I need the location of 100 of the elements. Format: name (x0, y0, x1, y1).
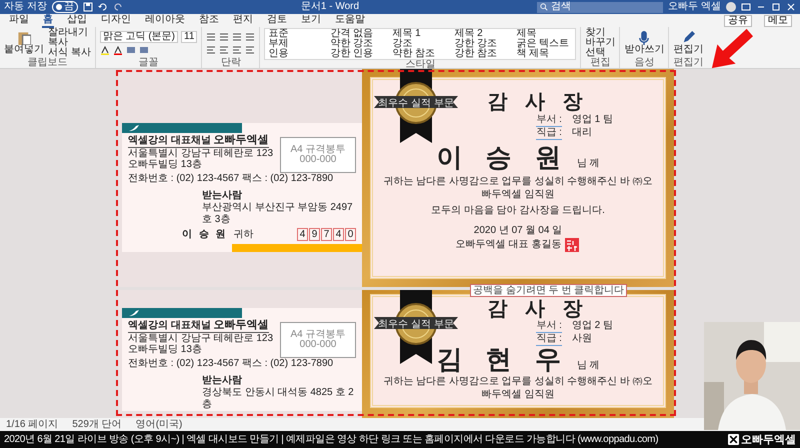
align-center-icon[interactable] (219, 44, 230, 54)
recipient-label: 받는사람 (202, 375, 243, 387)
badge-label: 최우수 실적 부문 (377, 98, 455, 109)
sender-address: 오빠두빌딩 13층 (128, 344, 203, 355)
field-value: 대리 (572, 127, 593, 140)
style-option[interactable]: 강한 강조 (451, 39, 514, 49)
style-option[interactable]: 부제 (265, 39, 328, 49)
sender-contact: 전화번호 : (02) 123-4567 팩스 : (02) 123-7890 (127, 358, 334, 369)
save-icon[interactable] (82, 2, 93, 12)
style-option[interactable]: 강한 참조 (451, 49, 514, 59)
font-size-dropdown[interactable]: 11 (181, 31, 198, 43)
certificate-title: 감 사 장 (487, 90, 589, 114)
sender-name: 엑셀강의 대표채널 오빠두엑셀 (128, 320, 269, 333)
maximize-icon[interactable] (771, 2, 781, 12)
signer-name: 오빠두엑셀 대표 홍길동 (456, 239, 562, 251)
font-family-dropdown[interactable]: 맑은 고딕 (본문) (100, 31, 178, 43)
field-value: 영업 2 팀 (572, 320, 613, 333)
search-field[interactable]: 검색 (537, 2, 664, 12)
style-option[interactable]: 표준 (265, 29, 328, 39)
menu-tab[interactable]: 편지 (232, 14, 254, 28)
menu-tab[interactable]: 도움말 (334, 14, 366, 28)
honorific: 님 께 (576, 158, 600, 170)
field-label: 부서 : (536, 320, 562, 333)
text-highlight-icon[interactable] (100, 45, 110, 55)
avatar-icon[interactable] (726, 2, 736, 12)
style-option[interactable]: 제목 1 (389, 29, 452, 39)
menu-tab[interactable]: 보기 (300, 14, 322, 28)
close-icon[interactable] (786, 2, 796, 12)
sender-address: 서울특별시 강남구 테헤란로 123 (128, 333, 274, 344)
group-label: 글꼴 (138, 58, 160, 68)
clipboard-action[interactable]: 서식 복사 (48, 48, 91, 58)
bullet-list-icon[interactable] (206, 32, 216, 42)
user-name: 오빠두 엑셀 (668, 1, 721, 13)
recipient-name: 이 승 원 (182, 228, 228, 240)
menu-tab[interactable]: 파일 (8, 14, 30, 28)
clipboard-action[interactable]: 복사 (48, 38, 91, 48)
group-label: 단락 (220, 58, 242, 68)
style-option[interactable]: 굵은 텍스트 (513, 39, 576, 49)
style-option[interactable]: 간격 없음 (327, 29, 390, 39)
style-option[interactable]: 약한 참조 (389, 49, 452, 59)
toolbar-button[interactable]: 공유 (724, 14, 752, 26)
menu-tab[interactable]: 레이아웃 (144, 14, 186, 28)
bird-icon (128, 309, 140, 317)
style-option[interactable]: 강한 인용 (327, 49, 390, 59)
style-option[interactable]: 책 제목 (513, 49, 576, 59)
search-icon (540, 3, 548, 11)
bird-icon (128, 124, 140, 132)
edit-action[interactable]: 찾기 (585, 28, 616, 38)
window-title: 문서1 - Word (300, 1, 360, 13)
clipboard-action[interactable]: 잘라내기 (48, 28, 91, 38)
redo-icon[interactable] (112, 2, 123, 12)
edit-action[interactable]: 선택 (585, 48, 616, 58)
paste-button[interactable]: 붙여넣기 (4, 31, 44, 55)
editor-button[interactable]: 편집기 (673, 31, 704, 55)
autosave-toggle[interactable]: 끔 (52, 1, 78, 13)
align-left-icon[interactable] (206, 44, 216, 54)
style-option[interactable]: 강조 (389, 39, 452, 49)
style-option[interactable]: 인용 (265, 49, 328, 59)
recipient-label: 받는사람 (202, 190, 243, 202)
recipient-address: 부산광역시 부산진구 부암동 2497 호 3층 (202, 202, 354, 226)
envelope-thumbnail: A4 규격봉투 000-000 (280, 137, 356, 173)
field-value: 사원 (572, 333, 593, 346)
field-label: 부서 : (536, 114, 562, 127)
undo-icon[interactable] (98, 2, 108, 12)
group-label: 스타일 (404, 60, 436, 70)
font-color-icon[interactable] (112, 45, 123, 55)
style-option[interactable]: 제목 2 (451, 29, 514, 39)
ribbon-display-icon[interactable] (741, 2, 751, 12)
numbered-list-icon[interactable] (219, 32, 230, 42)
microphone-icon (637, 31, 652, 45)
sender-address: 오빠두빌딩 13층 (128, 159, 203, 170)
recipient-address: 경상북도 안동시 대석동 4825 호 2층 (202, 387, 355, 411)
certificate-date: 2020 년 07 월 04 일 (474, 225, 562, 237)
style-option[interactable]: 제목 (513, 29, 576, 39)
toolbar-button[interactable]: 메모 (764, 14, 792, 26)
field-label: 직급 : (536, 127, 562, 140)
justify-icon[interactable] (245, 44, 256, 54)
dictate-button[interactable]: 받아쓰기 (624, 31, 664, 55)
indent-icon[interactable] (232, 32, 242, 42)
field-value: 영업 1 팀 (572, 114, 613, 127)
edit-action[interactable]: 바꾸기 (585, 38, 616, 48)
style-option[interactable]: 약한 강조 (327, 39, 390, 49)
menu-tab[interactable]: 삽입 (66, 14, 88, 28)
clipboard-icon (17, 31, 31, 45)
group-label: 음성 (633, 58, 656, 68)
pen-icon (681, 31, 696, 45)
menu-tab[interactable]: 검토 (266, 14, 288, 28)
group-label: 편집기 (673, 58, 704, 68)
postal-digit: 0 (345, 228, 356, 241)
sort-icon[interactable] (245, 32, 256, 42)
status-item: 529개 단어 (72, 418, 122, 430)
certificate-text: 귀하는 남다른 사명감으로 업무를 성실히 수행해주신 바 ㈜오빠두엑셀 임직원 (383, 175, 653, 201)
menu-tab[interactable]: 디자인 (100, 14, 132, 28)
field-label: 직급 : (536, 333, 562, 346)
status-item: 영어(미국) (136, 418, 182, 430)
envelope-thumbnail: A4 규격봉투 000-000 (280, 322, 356, 358)
certificate-text: 귀하는 남다른 사명감으로 업무를 성실히 수행해주신 바 ㈜오빠두엑셀 임직원 (383, 375, 653, 401)
honorific: 님 께 (576, 360, 600, 372)
align-right-icon[interactable] (232, 44, 242, 54)
menu-tab[interactable]: 참조 (198, 14, 220, 28)
